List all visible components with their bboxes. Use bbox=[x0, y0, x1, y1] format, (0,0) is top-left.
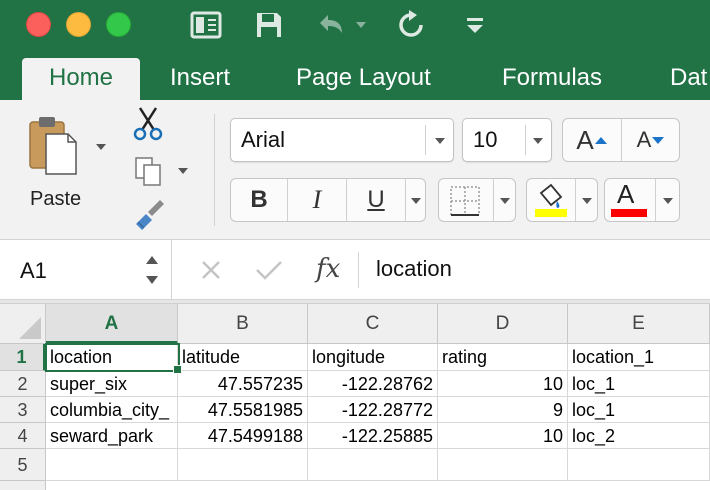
row-header-6[interactable] bbox=[0, 481, 46, 490]
font-color-label: A bbox=[617, 179, 635, 209]
select-all-button[interactable] bbox=[0, 304, 46, 344]
title-bar: Home Insert Page Layout Formulas Dat bbox=[0, 0, 710, 100]
cell-c3[interactable]: -122.28772 bbox=[308, 397, 438, 423]
cell-a3[interactable]: columbia_city_ bbox=[46, 397, 178, 423]
zoom-window-button[interactable] bbox=[106, 12, 131, 37]
column-header-a[interactable]: A bbox=[46, 304, 178, 344]
borders-button[interactable] bbox=[438, 178, 516, 222]
cell-d4[interactable]: 10 bbox=[438, 423, 568, 449]
ribbon-divider bbox=[214, 114, 215, 226]
close-window-button[interactable] bbox=[26, 12, 51, 37]
tab-data[interactable]: Dat bbox=[670, 58, 707, 100]
decrease-font-label: A bbox=[636, 127, 652, 152]
cell-a2[interactable]: super_six bbox=[46, 371, 178, 397]
cell-a5[interactable] bbox=[46, 449, 178, 481]
copy-options-chevron-icon[interactable] bbox=[178, 168, 188, 174]
paste-button-label[interactable]: Paste bbox=[30, 188, 100, 211]
column-header-c[interactable]: C bbox=[308, 304, 438, 344]
sidebar-toggle-icon[interactable] bbox=[188, 8, 224, 42]
cell-c4[interactable]: -122.25885 bbox=[308, 423, 438, 449]
fill-bucket-icon bbox=[535, 183, 567, 217]
italic-button[interactable]: I bbox=[288, 179, 346, 221]
cell-b3[interactable]: 47.5581985 bbox=[178, 397, 308, 423]
text-style-buttons: B I U bbox=[230, 178, 426, 222]
increase-arrow-icon bbox=[594, 137, 607, 144]
row-header-3[interactable]: 3 bbox=[0, 397, 46, 423]
bold-button[interactable]: B bbox=[231, 179, 287, 221]
increase-font-label: A bbox=[576, 124, 594, 155]
tab-home[interactable]: Home bbox=[22, 58, 140, 100]
column-header-e[interactable]: E bbox=[568, 304, 710, 344]
cancel-edit-icon[interactable] bbox=[196, 254, 226, 286]
font-color-button[interactable]: A bbox=[604, 178, 680, 222]
font-size-buttons: A A bbox=[562, 118, 680, 162]
active-cell-outline bbox=[45, 343, 180, 372]
font-name-chevron-icon[interactable] bbox=[435, 138, 445, 144]
cell-e4[interactable]: loc_2 bbox=[568, 423, 710, 449]
formula-input[interactable]: location bbox=[376, 256, 452, 282]
underline-options-chevron-icon[interactable] bbox=[411, 198, 421, 204]
row-header-1[interactable]: 1 bbox=[0, 344, 46, 371]
cell-e2[interactable]: loc_1 bbox=[568, 371, 710, 397]
cell-a4[interactable]: seward_park bbox=[46, 423, 178, 449]
tab-formulas[interactable]: Formulas bbox=[502, 58, 602, 100]
cell-b5[interactable] bbox=[178, 449, 308, 481]
cell-c5[interactable] bbox=[308, 449, 438, 481]
paste-options-chevron-icon[interactable] bbox=[96, 144, 106, 150]
formula-bar: A1 fx location bbox=[0, 240, 710, 300]
cell-b4[interactable]: 47.5499188 bbox=[178, 423, 308, 449]
redo-icon[interactable] bbox=[394, 8, 428, 42]
tab-page-layout[interactable]: Page Layout bbox=[296, 58, 431, 100]
increase-font-size-button[interactable]: A bbox=[563, 119, 621, 161]
column-header-b[interactable]: B bbox=[178, 304, 308, 344]
fill-color-chevron-icon[interactable] bbox=[582, 198, 592, 204]
font-color-swatch bbox=[611, 209, 647, 217]
ribbon-home: Paste Arial 10 A A B I U A bbox=[0, 100, 710, 240]
name-box-value: A1 bbox=[20, 258, 47, 283]
name-box[interactable]: A1 bbox=[0, 240, 172, 300]
decrease-font-size-button[interactable]: A bbox=[622, 119, 680, 161]
fill-handle[interactable] bbox=[173, 365, 182, 374]
confirm-edit-icon[interactable] bbox=[252, 254, 286, 286]
fill-color-button[interactable] bbox=[526, 178, 598, 222]
cell-d3[interactable]: 9 bbox=[438, 397, 568, 423]
font-color-chevron-icon[interactable] bbox=[663, 198, 673, 204]
cell-c1[interactable]: longitude bbox=[308, 344, 438, 371]
cell-d1[interactable]: rating bbox=[438, 344, 568, 371]
cell-d2[interactable]: 10 bbox=[438, 371, 568, 397]
cell-b1[interactable]: latitude bbox=[178, 344, 308, 371]
worksheet-grid: A B C D E 1 2 3 4 5 location latitude lo… bbox=[0, 304, 710, 490]
font-name-combo[interactable]: Arial bbox=[230, 118, 454, 162]
font-name-value: Arial bbox=[241, 127, 286, 152]
column-header-d[interactable]: D bbox=[438, 304, 568, 344]
save-icon[interactable] bbox=[252, 8, 286, 42]
cell-e3[interactable]: loc_1 bbox=[568, 397, 710, 423]
underline-button[interactable]: U bbox=[347, 179, 405, 221]
row-header-2[interactable]: 2 bbox=[0, 371, 46, 397]
cell-d5[interactable] bbox=[438, 449, 568, 481]
customize-toolbar-icon[interactable] bbox=[460, 8, 490, 42]
name-box-stepper-icon[interactable] bbox=[144, 252, 160, 288]
copy-icon[interactable] bbox=[134, 156, 164, 193]
row-header-5[interactable]: 5 bbox=[0, 449, 46, 481]
cell-c2[interactable]: -122.28762 bbox=[308, 371, 438, 397]
paste-icon[interactable] bbox=[28, 114, 78, 176]
font-size-value: 10 bbox=[473, 127, 498, 152]
borders-icon bbox=[450, 186, 480, 216]
cut-icon[interactable] bbox=[132, 106, 164, 147]
minimize-window-button[interactable] bbox=[66, 12, 91, 37]
undo-icon[interactable] bbox=[310, 8, 370, 42]
font-size-chevron-icon[interactable] bbox=[533, 138, 543, 144]
format-painter-icon[interactable] bbox=[132, 198, 166, 235]
row-header-4[interactable]: 4 bbox=[0, 423, 46, 449]
cell-e1[interactable]: location_1 bbox=[568, 344, 710, 371]
decrease-arrow-icon bbox=[652, 137, 665, 144]
insert-function-icon[interactable]: fx bbox=[316, 254, 340, 284]
borders-chevron-icon[interactable] bbox=[500, 198, 510, 204]
tab-insert[interactable]: Insert bbox=[170, 58, 230, 100]
font-size-combo[interactable]: 10 bbox=[462, 118, 552, 162]
cell-e5[interactable] bbox=[568, 449, 710, 481]
cell-b2[interactable]: 47.557235 bbox=[178, 371, 308, 397]
